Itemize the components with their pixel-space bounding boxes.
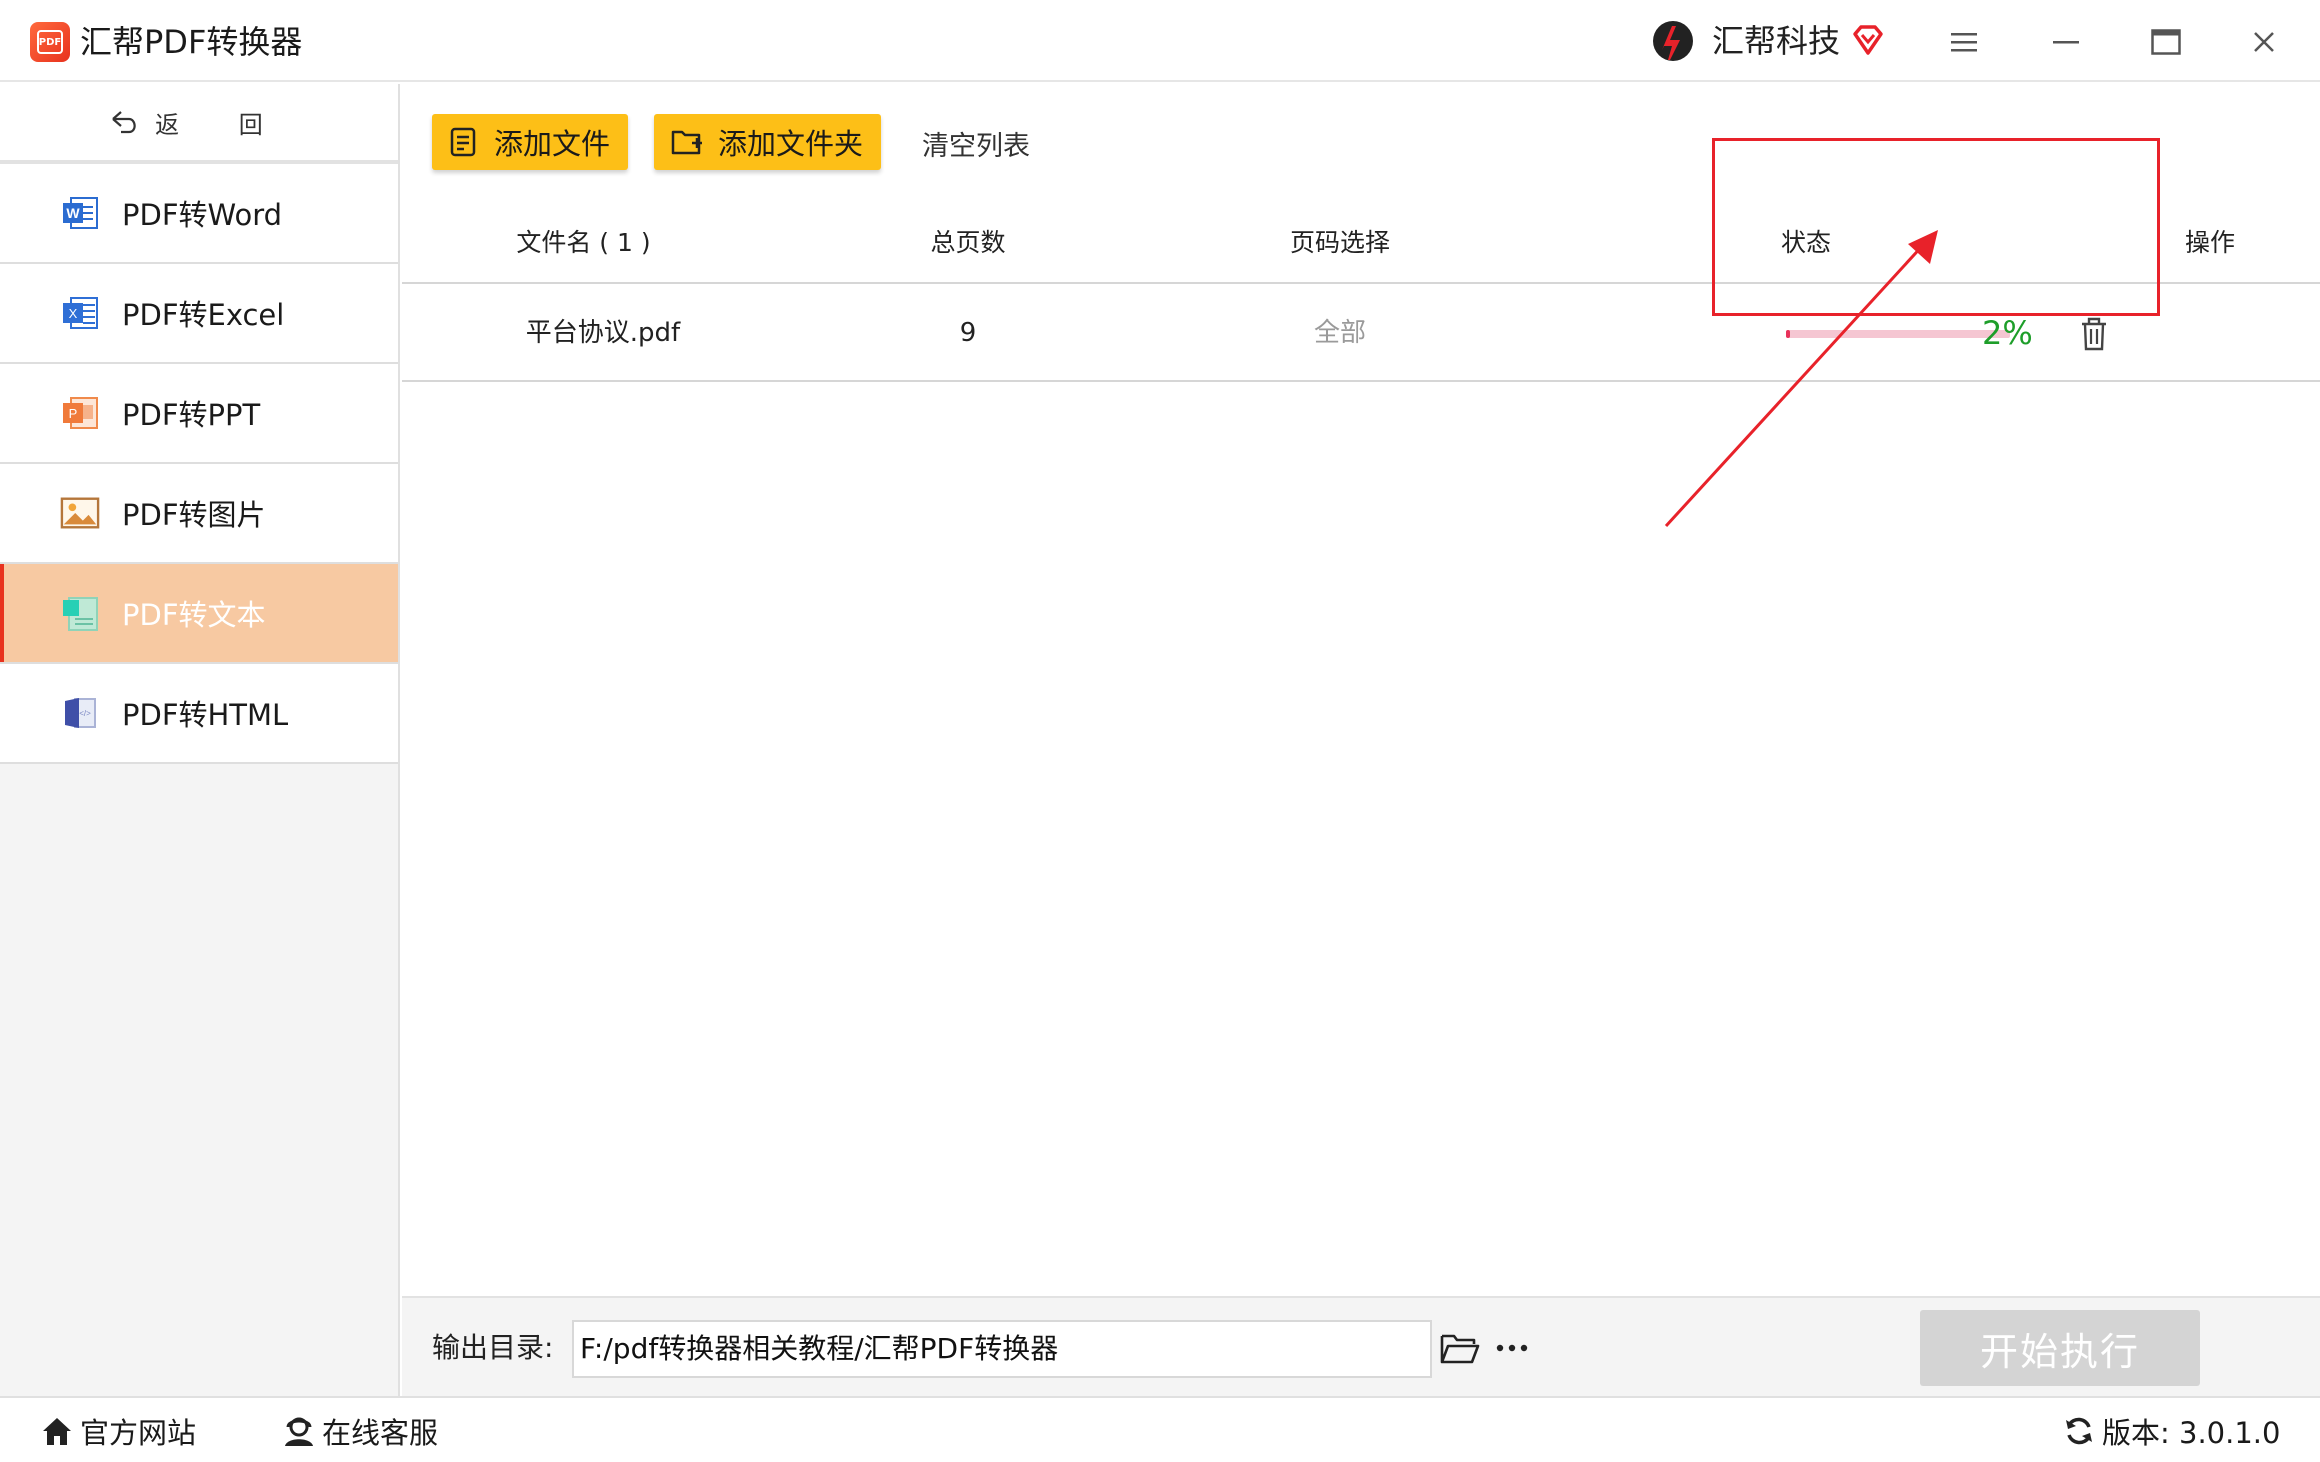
sidebar-item-pdf-to-ppt[interactable]: P PDF转PPT	[0, 364, 398, 464]
sidebar-item-label: PDF转HTML	[122, 698, 289, 732]
online-support-label: 在线客服	[322, 1416, 439, 1450]
svg-text:X: X	[69, 306, 78, 321]
sidebar-item-pdf-to-text[interactable]: PDF转文本	[0, 564, 398, 664]
sidebar-item-pdf-to-image[interactable]: PDF转图片	[0, 464, 398, 564]
brand-name: 汇帮科技	[1712, 22, 1841, 60]
add-folder-icon	[671, 130, 702, 155]
sidebar: 返 回 W PDF转Word X PDF转Excel P PDF转PPT PDF…	[0, 84, 400, 1396]
header-total-pages: 总页数	[930, 228, 1006, 257]
start-button[interactable]: 开始执行	[1920, 1310, 2200, 1386]
cell-page-select[interactable]: 全部	[1140, 284, 1540, 382]
html-icon: </>	[60, 693, 100, 733]
sidebar-item-label: PDF转PPT	[122, 398, 261, 432]
sidebar-item-pdf-to-word[interactable]: W PDF转Word	[0, 164, 398, 264]
refresh-icon	[2066, 1417, 2092, 1445]
version-info: 版本: 3.0.1.0	[2062, 1398, 2280, 1462]
word-icon: W	[60, 193, 100, 233]
header-page-select: 页码选择	[1289, 228, 1390, 257]
back-button[interactable]: 返 回	[0, 84, 398, 164]
progress-percent: 2%	[1982, 314, 2033, 352]
header-action: 操作	[2184, 228, 2235, 257]
clear-list-button[interactable]: 清空列表	[922, 124, 1030, 163]
support-agent-icon	[285, 1417, 313, 1446]
toolbar: 添加文件 添加文件夹 清空列表	[402, 84, 2320, 202]
app-logo-icon: PDF	[30, 22, 70, 62]
table-row[interactable]: 平台协议.pdf 9 全部 2%	[402, 284, 2320, 382]
official-website-label: 官方网站	[80, 1416, 197, 1450]
maximize-icon[interactable]	[2146, 22, 2186, 62]
svg-text:P: P	[69, 406, 78, 421]
ppt-icon: P	[60, 393, 100, 433]
online-support-link[interactable]: 在线客服	[282, 1398, 438, 1462]
svg-text:</>: </>	[79, 709, 91, 718]
sidebar-item-label: PDF转图片	[122, 498, 266, 532]
add-file-icon	[450, 127, 476, 157]
add-file-label: 添加文件	[494, 127, 611, 161]
image-icon	[60, 493, 100, 533]
sidebar-item-pdf-to-html[interactable]: </> PDF转HTML	[0, 664, 398, 764]
open-folder-icon[interactable]	[1438, 1328, 1482, 1368]
header-placeholder	[402, 202, 702, 284]
vip-diamond-icon[interactable]	[1850, 22, 1886, 58]
svg-text:W: W	[66, 205, 80, 221]
add-folder-label: 添加文件夹	[718, 127, 864, 161]
output-dir-label: 输出目录:	[432, 1331, 554, 1364]
progress-fill	[1786, 330, 1791, 338]
output-path-field[interactable]: F:/pdf转换器相关教程/汇帮PDF转换器	[572, 1320, 1432, 1378]
table-header: 文件名 ( 1 ) 总页数 页码选择 状态 操作	[402, 202, 2320, 284]
title-bar: PDF 汇帮PDF转换器 汇帮科技	[0, 0, 2320, 82]
version-label: 版本: 3.0.1.0	[2102, 1416, 2281, 1450]
sidebar-item-label: PDF转文本	[122, 598, 266, 632]
more-options-icon[interactable]	[1490, 1328, 1534, 1368]
home-icon	[43, 1418, 71, 1445]
footer: 官方网站 在线客服 版本: 3.0.1.0	[0, 1396, 2320, 1462]
delete-icon[interactable]	[2076, 314, 2112, 354]
close-icon[interactable]	[2244, 22, 2284, 62]
cell-total-pages: 9	[959, 318, 977, 348]
brand-logo-icon	[1653, 21, 1693, 61]
back-label: 返 回	[155, 110, 289, 139]
progress-bar	[1786, 330, 2010, 338]
app-title: 汇帮PDF转换器	[80, 23, 303, 61]
main-panel: 添加文件 添加文件夹 清空列表 文件名 ( 1 ) 总页数 页码选择 状态 操作…	[402, 84, 2320, 1396]
official-website-link[interactable]: 官方网站	[40, 1398, 196, 1462]
minimize-icon[interactable]	[2046, 22, 2086, 62]
sidebar-item-label: PDF转Word	[122, 198, 283, 232]
back-arrow-icon	[112, 111, 136, 134]
sidebar-item-pdf-to-excel[interactable]: X PDF转Excel	[0, 264, 398, 364]
output-bar: 输出目录: F:/pdf转换器相关教程/汇帮PDF转换器 开始执行	[402, 1296, 2320, 1396]
add-file-button[interactable]: 添加文件	[432, 114, 629, 170]
sidebar-item-label: PDF转Excel	[122, 298, 285, 332]
add-folder-button[interactable]: 添加文件夹	[654, 114, 882, 170]
excel-icon: X	[60, 293, 100, 333]
text-icon	[60, 593, 100, 633]
menu-icon[interactable]	[1944, 22, 1984, 62]
header-status: 状态	[1780, 228, 1831, 257]
